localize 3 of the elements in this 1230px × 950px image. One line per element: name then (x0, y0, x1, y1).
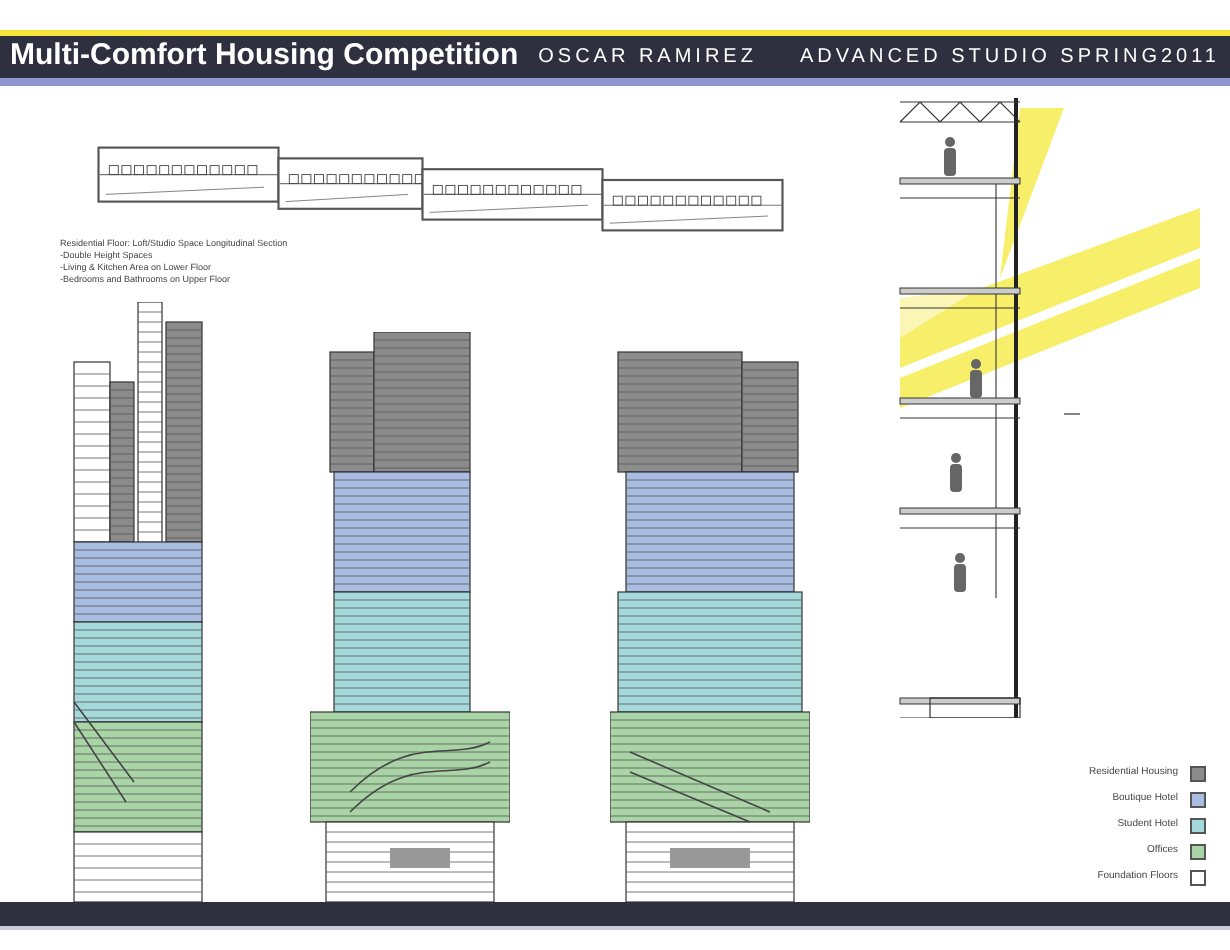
poster-title: Multi-Comfort Housing Competition (10, 36, 519, 77)
author-name: OSCAR RAMIREZ (538, 44, 757, 72)
course-name: ADVANCED STUDIO SPRING2011 (799, 44, 1220, 72)
